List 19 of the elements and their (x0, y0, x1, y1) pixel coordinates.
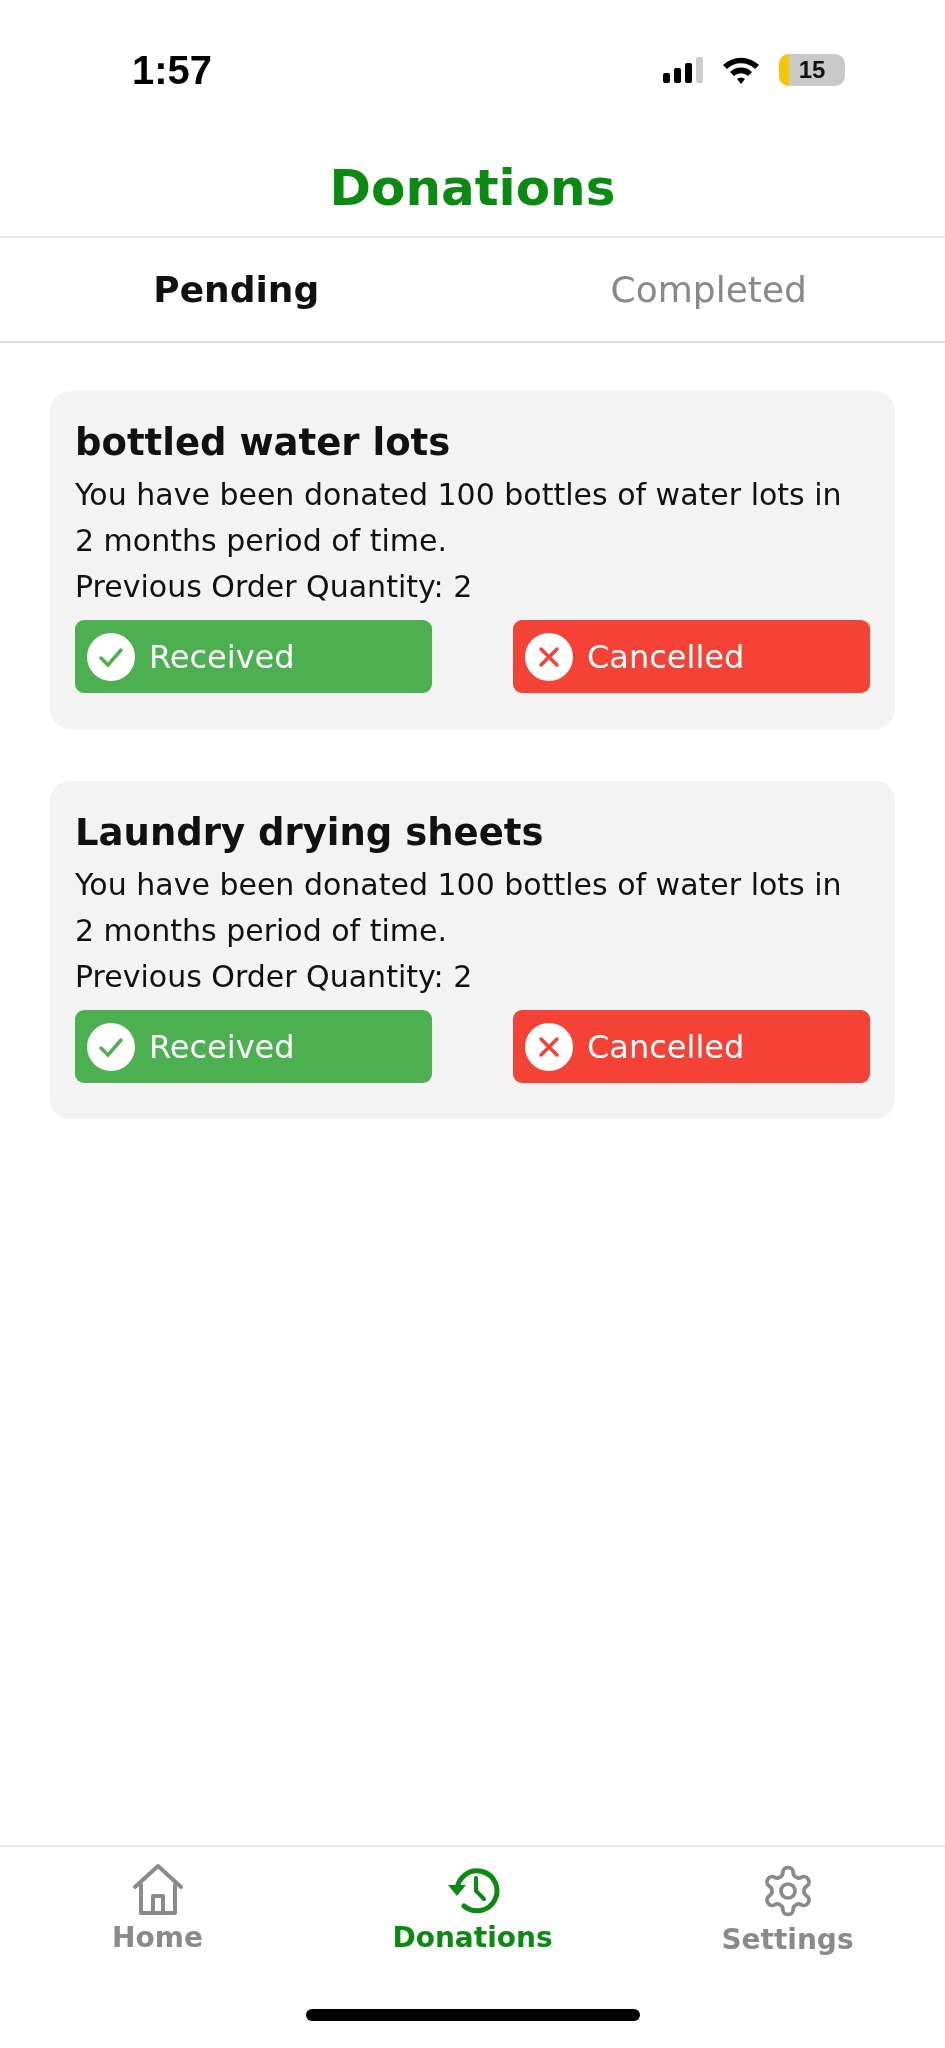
received-button[interactable]: Received (75, 1010, 432, 1083)
close-icon (525, 632, 573, 681)
wifi-icon (721, 55, 761, 85)
cancelled-button[interactable]: Cancelled (513, 620, 870, 693)
cancelled-button[interactable]: Cancelled (513, 1010, 870, 1083)
order-quantity: Previous Order Quantity: 2 (75, 568, 474, 606)
received-button[interactable]: Received (75, 620, 432, 693)
home-icon (130, 1863, 185, 1917)
donation-description: You have been donated 100 bottles of water lots in 2 months period of time. (75, 476, 843, 560)
check-icon (87, 1022, 135, 1071)
check-icon (87, 632, 135, 681)
status-time: 1:57 (132, 47, 213, 93)
donation-title: Laundry drying sheets (75, 811, 545, 854)
donation-title: bottled water lots (75, 421, 452, 464)
signal-icon (663, 57, 703, 83)
donation-description: You have been donated 100 bottles of water lots in 2 months period of time. (75, 866, 843, 950)
battery-icon: 15 (779, 54, 845, 86)
close-icon (525, 1022, 573, 1071)
order-quantity: Previous Order Quantity: 2 (75, 958, 474, 996)
